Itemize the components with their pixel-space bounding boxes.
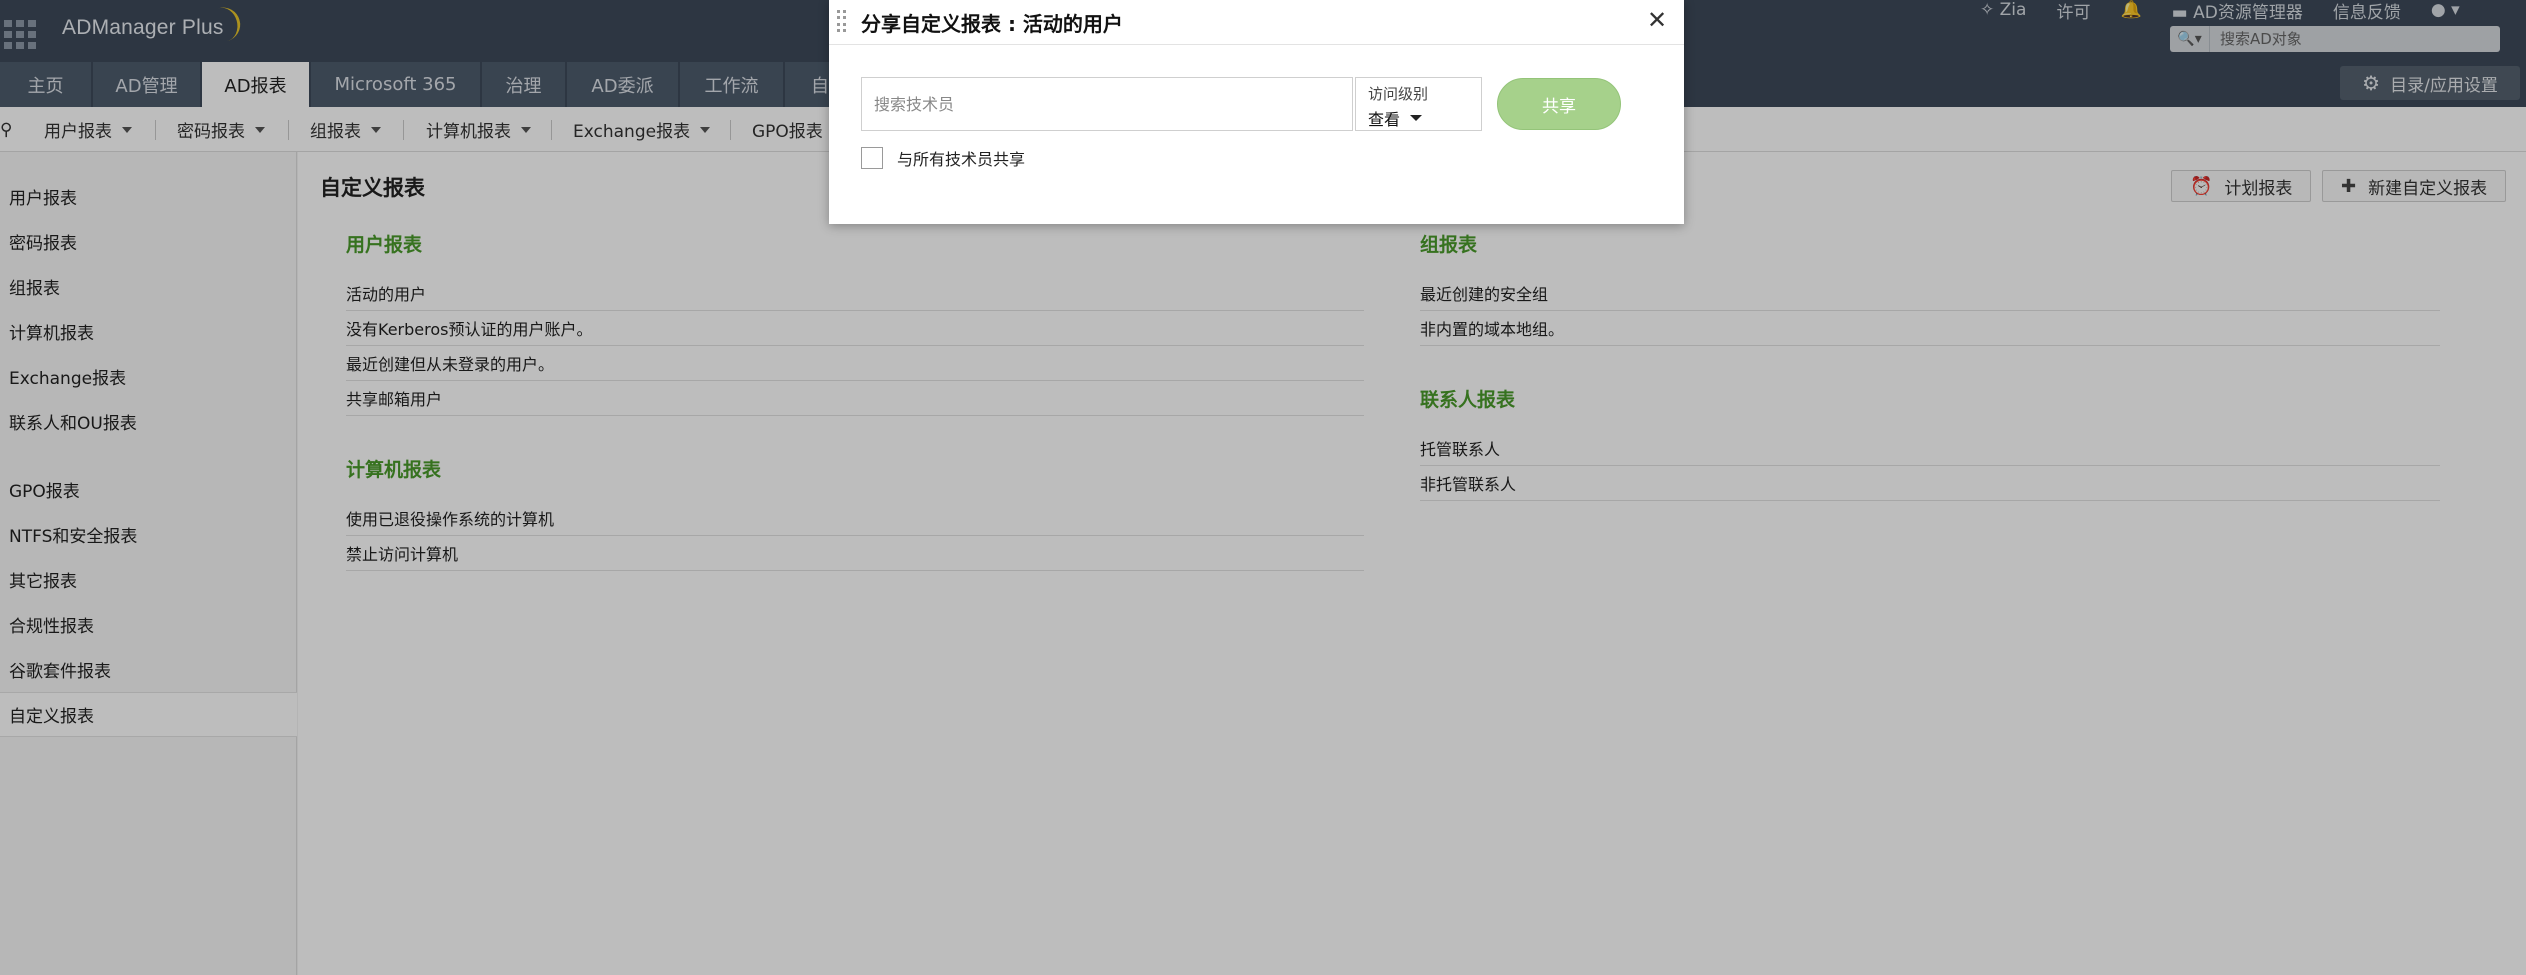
dialog-title: 分享自定义报表 : 活动的用户 — [861, 12, 1123, 36]
chevron-down-icon — [1410, 115, 1423, 121]
share-all-checkbox[interactable] — [861, 147, 883, 169]
share-button[interactable]: 共享 — [1497, 78, 1621, 130]
access-level-value: 查看 — [1368, 110, 1401, 129]
drag-handle-icon[interactable] — [837, 10, 847, 32]
access-level-value-row: 查看 — [1368, 106, 1481, 130]
access-level-label: 访问级别 — [1368, 85, 1429, 103]
access-level-dropdown[interactable]: 访问级别 查看 — [1355, 77, 1482, 131]
close-icon[interactable]: ✕ — [1647, 6, 1667, 34]
share-report-dialog: 分享自定义报表 : 活动的用户 ✕ 访问级别 查看 共享 与所有技术员共享 — [829, 0, 1684, 224]
technician-search-input[interactable] — [861, 77, 1353, 131]
dialog-header: 分享自定义报表 : 活动的用户 ✕ — [829, 0, 1684, 45]
share-all-label[interactable]: 与所有技术员共享 — [897, 146, 1025, 170]
share-all-row: 与所有技术员共享 — [861, 146, 1025, 170]
